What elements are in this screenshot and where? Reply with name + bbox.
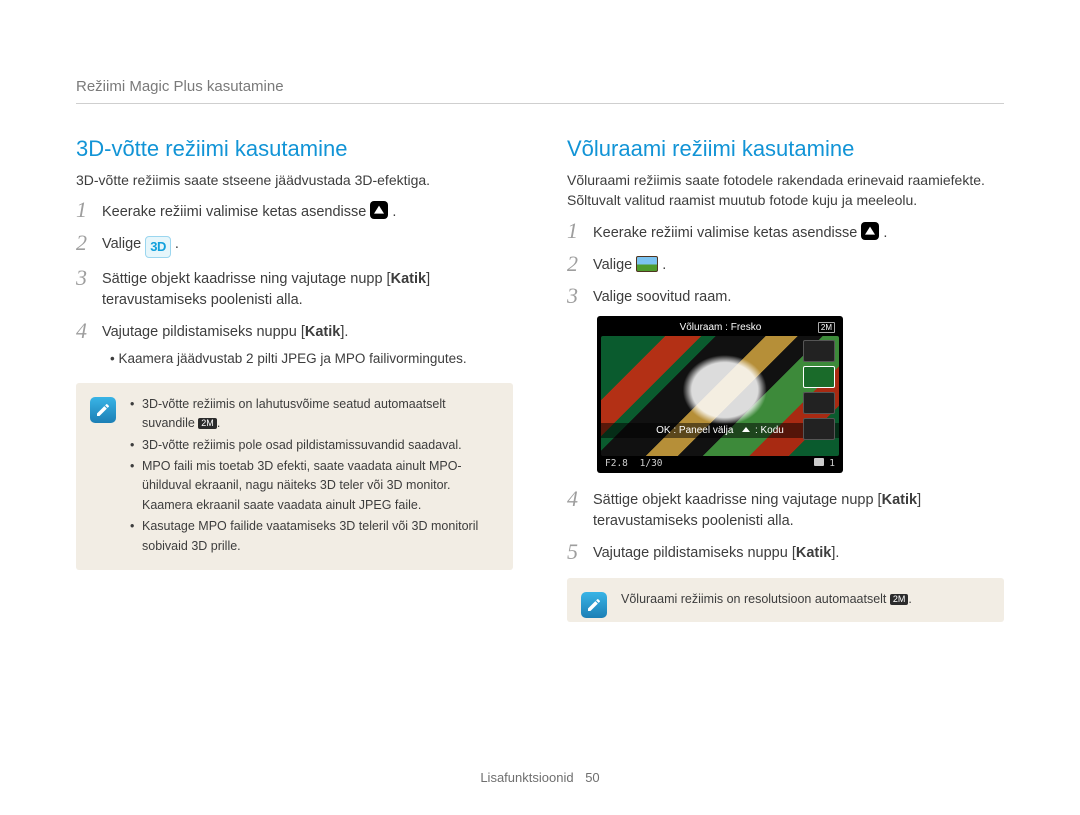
camera-res-badge: 2M: [818, 322, 835, 333]
step-text: Sättige objekt kaadrisse ning vajutage n…: [102, 266, 513, 311]
step-3: 3 Valige soovitud raam.: [567, 284, 1004, 308]
camera-status-ok: OK : Paneel välja: [656, 425, 733, 436]
r-step1-b: .: [883, 225, 887, 241]
step-number: 1: [567, 219, 583, 243]
page: Režiimi Magic Plus kasutamine 3D-võtte r…: [0, 0, 1080, 622]
step-number: 4: [76, 319, 92, 343]
footer-page-number: 50: [585, 770, 599, 785]
step-number: 3: [567, 284, 583, 308]
r-step4-a: Sättige objekt kaadrisse ning vajutage n…: [593, 492, 882, 508]
step-number: 1: [76, 198, 92, 222]
camera-topbar: Võluraam : Fresko 2M: [601, 320, 839, 336]
right-title: Võluraami režiimi kasutamine: [567, 136, 1004, 162]
note1-b: .: [217, 416, 220, 430]
mode-dial-icon: [861, 222, 879, 240]
r-step5-b: ].: [831, 545, 839, 561]
right-steps: 1 Keerake režiimi valimise ketas asendis…: [567, 219, 1004, 308]
right-note-text: Võluraami režiimis on resolutsioon autom…: [621, 590, 988, 609]
r-step5-bold: Katik: [796, 545, 831, 561]
step4-text-a: Vajutage pildistamiseks nuppu [: [102, 324, 305, 340]
note-icon: [90, 397, 116, 423]
left-sub-bullet: Kaamera jäädvustab 2 pilti JPEG ja MPO f…: [76, 349, 513, 369]
step-4: 4 Vajutage pildistamiseks nuppu [Katik].: [76, 319, 513, 343]
right-intro: Võluraami režiimis saate fotodele rakend…: [567, 170, 1004, 211]
camera-thumb: [803, 392, 835, 414]
r-step4-bold: Katik: [882, 492, 917, 508]
step-text: Keerake režiimi valimise ketas asendisse…: [102, 198, 396, 223]
step1-text-a: Keerake režiimi valimise ketas asendisse: [102, 204, 366, 220]
step-text: Vajutage pildistamiseks nuppu [Katik].: [593, 540, 839, 564]
camera-thumb-active: [803, 366, 835, 388]
left-steps: 1 Keerake režiimi valimise ketas asendis…: [76, 198, 513, 343]
step-text: Sättige objekt kaadrisse ning vajutage n…: [593, 487, 1004, 532]
step-3: 3 Sättige objekt kaadrisse ning vajutage…: [76, 266, 513, 311]
step-number: 2: [567, 252, 583, 276]
camera-count: 1: [829, 458, 835, 469]
camera-shutter: 1/30: [640, 458, 663, 469]
step-4: 4 Sättige objekt kaadrisse ning vajutage…: [567, 487, 1004, 532]
note1-a: 3D-võtte režiimis on lahutusvõime seatud…: [142, 397, 446, 430]
step-1: 1 Keerake režiimi valimise ketas asendis…: [567, 219, 1004, 244]
step-text: Vajutage pildistamiseks nuppu [Katik].: [102, 319, 348, 343]
step-text: Valige .: [593, 252, 666, 276]
pencil-icon: [586, 597, 602, 613]
step4-text-b: ].: [340, 324, 348, 340]
step3-bold: Katik: [391, 271, 426, 287]
resolution-badge: 2M: [198, 418, 217, 429]
left-intro: 3D-võtte režiimis saate stseene jäädvust…: [76, 170, 513, 190]
right-note-box: Võluraami režiimis on resolutsioon autom…: [567, 578, 1004, 621]
right-column: Võluraami režiimi kasutamine Võluraami r…: [567, 136, 1004, 622]
step-2: 2 Valige .: [567, 252, 1004, 276]
camera-bottombar: F2.8 1/30 1: [601, 456, 839, 469]
r-step1-a: Keerake režiimi valimise ketas asendisse: [593, 225, 857, 241]
page-footer: Lisafunktsioonid 50: [0, 770, 1080, 785]
step-text: Valige soovitud raam.: [593, 284, 731, 308]
step-number: 5: [567, 540, 583, 564]
r-step5-a: Vajutage pildistamiseks nuppu [: [593, 545, 796, 561]
r-step2-a: Valige: [593, 257, 632, 273]
note-item-1: 3D-võtte režiimis on lahutusvõime seatud…: [130, 395, 497, 434]
camera-burst-icon: [814, 458, 824, 466]
footer-section: Lisafunktsioonid: [480, 770, 573, 785]
step-text: Keerake režiimi valimise ketas asendisse…: [593, 219, 887, 244]
rnote-a: Võluraami režiimis on resolutsioon autom…: [621, 592, 890, 606]
breadcrumb: Režiimi Magic Plus kasutamine: [76, 78, 1004, 104]
step-5: 5 Vajutage pildistamiseks nuppu [Katik].: [567, 540, 1004, 564]
mode-dial-icon: [370, 201, 388, 219]
step2-text-a: Valige: [102, 236, 141, 252]
camera-thumb: [803, 418, 835, 440]
step-2: 2 Valige 3D .: [76, 231, 513, 258]
step-1: 1 Keerake režiimi valimise ketas asendis…: [76, 198, 513, 223]
content-columns: 3D-võtte režiimi kasutamine 3D-võtte rež…: [76, 136, 1004, 622]
r-step2-b: .: [662, 257, 666, 273]
left-note-box: 3D-võtte režiimis on lahutusvõime seatud…: [76, 383, 513, 570]
camera-status-home: : Kodu: [755, 425, 784, 436]
step3-text-a: Sättige objekt kaadrisse ning vajutage n…: [102, 271, 391, 287]
right-steps-2: 4 Sättige objekt kaadrisse ning vajutage…: [567, 487, 1004, 564]
step4-bold: Katik: [305, 324, 340, 340]
note-item-2: 3D-võtte režiimis pole osad pildistamiss…: [130, 436, 497, 455]
pencil-icon: [95, 402, 111, 418]
left-column: 3D-võtte režiimi kasutamine 3D-võtte rež…: [76, 136, 513, 622]
left-title: 3D-võtte režiimi kasutamine: [76, 136, 513, 162]
step1-text-b: .: [392, 204, 396, 220]
note-item-3: MPO faili mis toetab 3D efekti, saate va…: [130, 457, 497, 515]
home-icon: [742, 427, 750, 432]
camera-thumb: [803, 340, 835, 362]
camera-thumbs: [803, 340, 839, 440]
step-text: Valige 3D .: [102, 231, 179, 258]
step-number: 4: [567, 487, 583, 511]
step-number: 3: [76, 266, 92, 290]
note-item-4: Kasutage MPO failide vaatamiseks 3D tele…: [130, 517, 497, 556]
step-number: 2: [76, 231, 92, 255]
resolution-badge: 2M: [890, 594, 909, 605]
magic-frame-icon: [636, 256, 658, 272]
camera-preview: Võluraam : Fresko 2M OK : Paneel välja :…: [597, 316, 843, 473]
camera-aperture: F2.8: [605, 458, 628, 469]
three-d-icon: 3D: [145, 236, 171, 258]
camera-title: Võluraam : Fresko: [623, 322, 818, 333]
step2-text-b: .: [175, 236, 179, 252]
note-icon: [581, 592, 607, 618]
rnote-b: .: [908, 592, 911, 606]
